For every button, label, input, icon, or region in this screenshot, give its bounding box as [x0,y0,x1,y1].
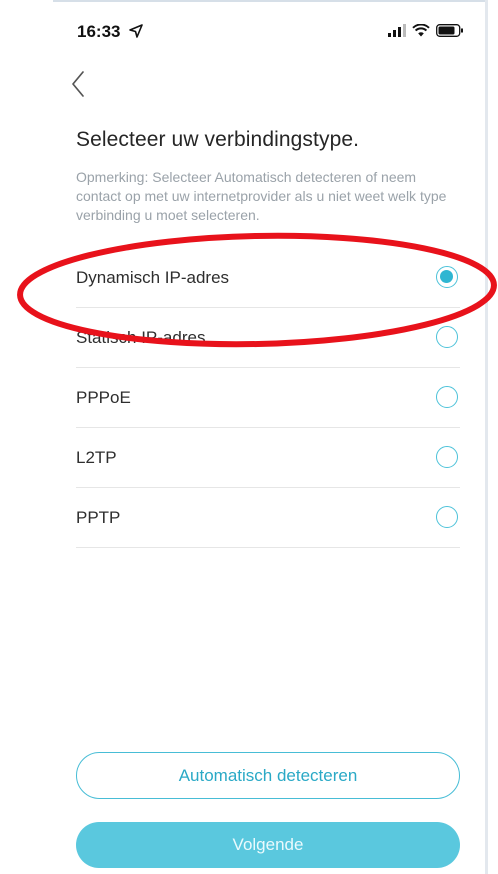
radio-empty-icon[interactable] [436,505,458,528]
battery-icon [436,24,463,37]
next-button[interactable]: Volgende [76,822,460,868]
option-label: PPPoE [76,387,131,407]
option-label: Statisch IP-adres [76,327,206,347]
radio-empty-icon[interactable] [436,385,458,408]
option-static-ip[interactable]: Statisch IP-adres [76,308,460,368]
wifi-icon [412,24,430,37]
help-note: Opmerking: Selecteer Automatisch detecte… [76,169,447,223]
page-title: Selecteer uw verbindingstype. [76,128,360,151]
option-label: L2TP [76,447,117,467]
option-pppoe[interactable]: PPPoE [76,368,460,428]
frame-right-border [485,0,488,874]
status-bar: 16:33 [75,18,470,48]
radio-empty-icon[interactable] [436,445,458,468]
option-label: Dynamisch IP-adres [76,267,230,287]
location-arrow-icon [129,24,143,38]
radio-empty-icon[interactable] [436,325,458,348]
status-indicators [388,24,464,37]
signal-icon [388,24,406,37]
back-button[interactable] [64,64,98,104]
option-l2tp[interactable]: L2TP [76,428,460,488]
option-dynamic-ip[interactable]: Dynamisch IP-adres [76,248,460,308]
option-label: PPTP [76,507,121,527]
radio-selected-icon[interactable] [436,265,458,288]
chevron-left-icon [72,71,84,97]
connection-type-list: Dynamisch IP-adres Statisch IP-adres PPP… [76,248,460,548]
auto-detect-button[interactable]: Automatisch detecteren [76,752,460,799]
frame-top-border [53,0,488,2]
option-pptp[interactable]: PPTP [76,488,460,548]
status-time: 16:33 [77,22,121,41]
